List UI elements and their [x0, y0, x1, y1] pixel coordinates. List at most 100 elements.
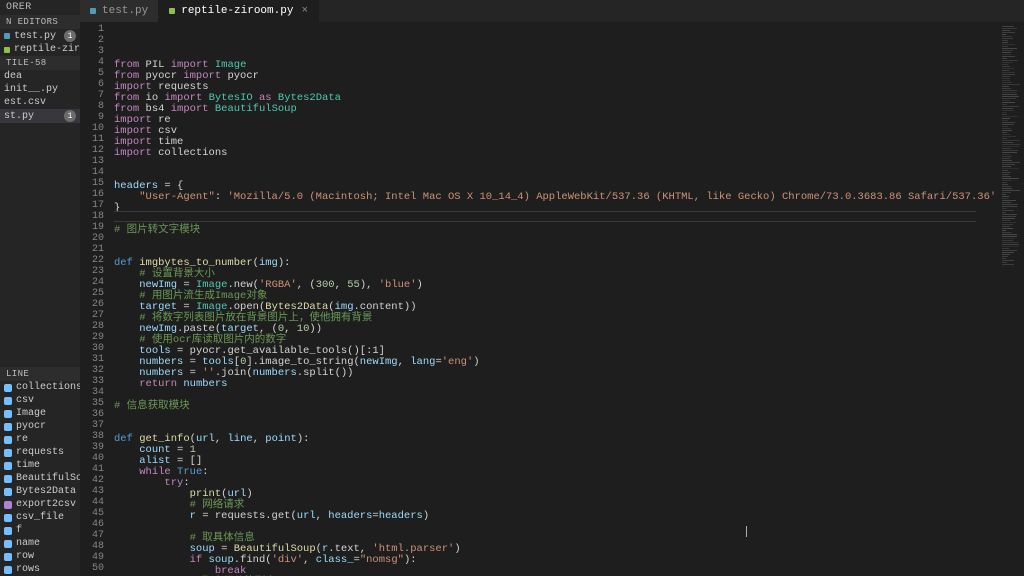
line-number: 3: [80, 46, 114, 57]
folder-file-item[interactable]: init__.py: [0, 83, 80, 96]
outline-symbol[interactable]: row: [0, 550, 80, 563]
outline-symbol[interactable]: BeautifulSoup: [0, 472, 80, 485]
line-number: 33: [80, 376, 114, 387]
variable-symbol-icon: [4, 423, 12, 431]
line-number: 10: [80, 123, 114, 134]
line-number: 22: [80, 255, 114, 266]
file-name: st.py: [4, 111, 34, 122]
line-number: 30: [80, 343, 114, 354]
code-line[interactable]: from pyocr import pyocr: [114, 71, 1000, 82]
line-number: 50: [80, 563, 114, 574]
line-number: 2: [80, 35, 114, 46]
outline-symbol[interactable]: re: [0, 433, 80, 446]
outline-symbol[interactable]: csv_file: [0, 511, 80, 524]
code-line[interactable]: if soup.find('div', class_="nomsg"):: [114, 555, 1000, 566]
code-line[interactable]: }: [114, 203, 1000, 214]
python-file-icon: [4, 47, 10, 53]
line-number: 6: [80, 79, 114, 90]
code-line[interactable]: [114, 390, 1000, 401]
code-line[interactable]: count = 1: [114, 445, 1000, 456]
symbol-name: time: [16, 460, 40, 471]
editor-tab[interactable]: reptile-ziroom.py×: [159, 0, 319, 22]
line-number: 20: [80, 233, 114, 244]
function-symbol-icon: [4, 501, 12, 509]
editor-tab[interactable]: test.py: [80, 0, 159, 22]
line-number: 43: [80, 486, 114, 497]
code-line[interactable]: from bs4 import BeautifulSoup: [114, 104, 1000, 115]
code-line[interactable]: alist = []: [114, 456, 1000, 467]
code-line[interactable]: [114, 236, 1000, 247]
line-number: 13: [80, 156, 114, 167]
code-line[interactable]: # 图片转文字模块: [114, 225, 1000, 236]
python-file-icon: [169, 8, 175, 14]
open-editors-header[interactable]: N EDITORS: [0, 15, 80, 29]
explorer-sidebar: ORER N EDITORS test.py1reptile-ziroom ..…: [0, 0, 80, 576]
outline-symbol[interactable]: name: [0, 537, 80, 550]
line-number: 15: [80, 178, 114, 189]
line-number: 18: [80, 211, 114, 222]
line-number: 32: [80, 365, 114, 376]
code-line[interactable]: break: [114, 566, 1000, 576]
close-icon[interactable]: ×: [301, 5, 308, 17]
line-number: 34: [80, 387, 114, 398]
symbol-name: Bytes2Data: [16, 486, 76, 497]
line-number: 44: [80, 497, 114, 508]
outline-symbol[interactable]: Bytes2Data: [0, 485, 80, 498]
code-line[interactable]: [114, 412, 1000, 423]
symbol-name: csv_file: [16, 512, 64, 523]
variable-symbol-icon: [4, 462, 12, 470]
code-line[interactable]: import time: [114, 137, 1000, 148]
folder-file-item[interactable]: est.csv: [0, 96, 80, 109]
folder-header[interactable]: TILE-58: [0, 56, 80, 70]
line-number: 28: [80, 321, 114, 332]
outline-symbol[interactable]: export2csv: [0, 498, 80, 511]
outline-symbol[interactable]: time: [0, 459, 80, 472]
variable-symbol-icon: [4, 514, 12, 522]
editor-main: test.pyreptile-ziroom.py× 12345678910111…: [80, 0, 1024, 576]
line-number: 40: [80, 453, 114, 464]
code-area[interactable]: from PIL import Imagefrom pyocr import p…: [114, 22, 1000, 576]
line-number: 11: [80, 134, 114, 145]
code-line[interactable]: # 信息获取模块: [114, 401, 1000, 412]
code-line[interactable]: return numbers: [114, 379, 1000, 390]
file-name: test.py: [14, 31, 56, 42]
code-line[interactable]: def imgbytes_to_number(img):: [114, 258, 1000, 269]
code-line[interactable]: import collections: [114, 148, 1000, 159]
minimap[interactable]: [1000, 22, 1024, 576]
line-number: 21: [80, 244, 114, 255]
outline-header[interactable]: LINE: [0, 367, 80, 381]
folder-list: deainit__.pyest.csvst.py1: [0, 70, 80, 123]
open-editor-item[interactable]: test.py1: [0, 29, 80, 43]
outline-symbol[interactable]: f: [0, 524, 80, 537]
variable-symbol-icon: [4, 436, 12, 444]
code-line[interactable]: [114, 159, 1000, 170]
code-line[interactable]: print(url): [114, 489, 1000, 500]
outline-symbol[interactable]: requests: [0, 446, 80, 459]
folder-file-item[interactable]: st.py1: [0, 109, 80, 123]
outline-symbol[interactable]: pyocr: [0, 420, 80, 433]
outline-symbol[interactable]: Image: [0, 407, 80, 420]
line-number: 25: [80, 288, 114, 299]
python-file-icon: [90, 8, 96, 14]
code-line[interactable]: import csv: [114, 126, 1000, 137]
open-editor-item[interactable]: reptile-ziroom ...: [0, 43, 80, 56]
variable-symbol-icon: [4, 566, 12, 574]
line-number: 47: [80, 530, 114, 541]
code-line[interactable]: [114, 214, 1000, 225]
code-line[interactable]: [114, 170, 1000, 181]
symbol-name: BeautifulSoup: [16, 473, 80, 484]
code-line[interactable]: import re: [114, 115, 1000, 126]
file-name: dea: [4, 71, 22, 82]
open-editors-list: test.py1reptile-ziroom ...: [0, 29, 80, 56]
outline-symbol[interactable]: collections: [0, 381, 80, 394]
code-line[interactable]: while True:: [114, 467, 1000, 478]
code-line[interactable]: numbers = ''.join(numbers.split()): [114, 368, 1000, 379]
line-number: 26: [80, 299, 114, 310]
code-line[interactable]: r = requests.get(url, headers=headers): [114, 511, 1000, 522]
outline-symbol[interactable]: csv: [0, 394, 80, 407]
outline-symbol[interactable]: rows: [0, 563, 80, 576]
folder-file-item[interactable]: dea: [0, 70, 80, 83]
editor[interactable]: 1234567891011121314151617181920212223242…: [80, 22, 1024, 576]
code-line[interactable]: "User-Agent": 'Mozilla/5.0 (Macintosh; I…: [114, 192, 1000, 203]
code-line[interactable]: def get_info(url, line, point):: [114, 434, 1000, 445]
